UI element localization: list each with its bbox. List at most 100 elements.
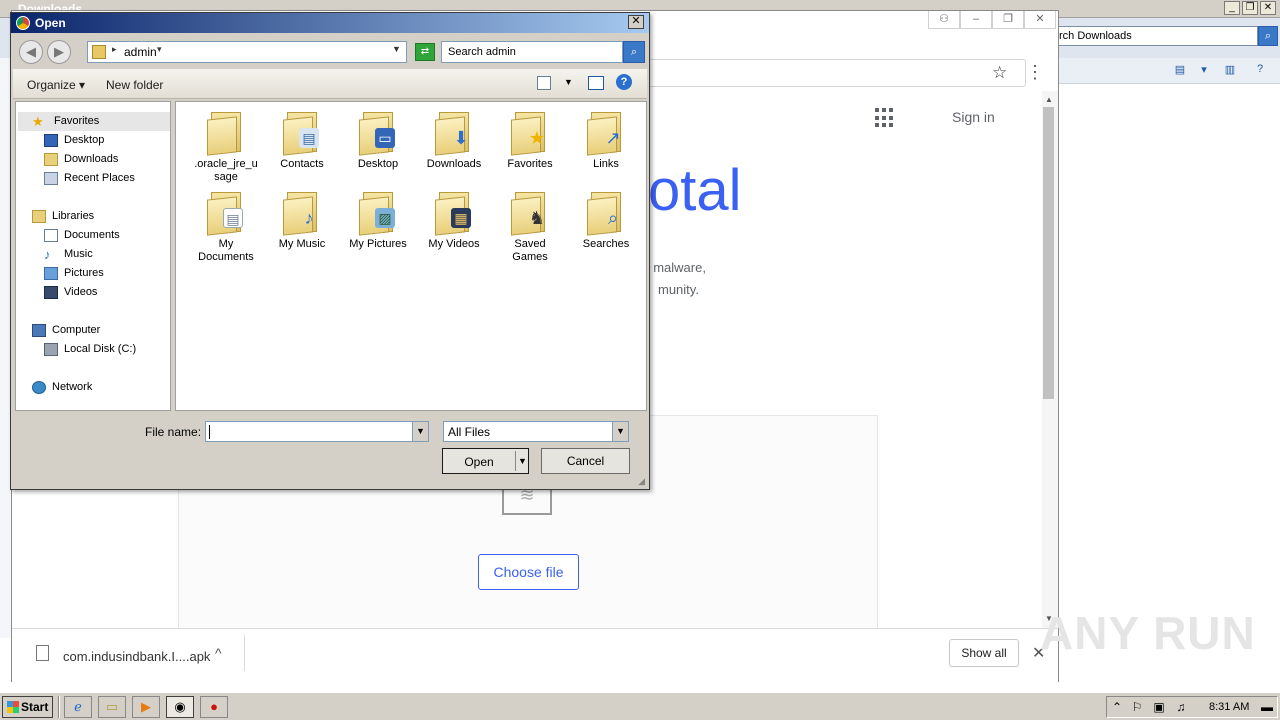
resize-grip-icon[interactable]: ◢	[638, 476, 645, 487]
scroll-up-icon[interactable]: ▲	[1045, 95, 1053, 104]
show-desktop-icon[interactable]: ▬	[1259, 699, 1275, 715]
background-search-button[interactable]: ⌕	[1258, 26, 1278, 46]
back-button[interactable]: ◀	[19, 40, 43, 64]
apps-grid-icon[interactable]	[875, 108, 895, 128]
background-window-controls: _ ❐ ✕	[1224, 1, 1276, 15]
breadcrumb-admin[interactable]: admin	[124, 45, 157, 59]
folder-item-favorites[interactable]: ★ Favorites	[494, 110, 566, 171]
open-file-dialog: Open ✕ ◀ ▶ ▸ admin ▾ ▼ ⇄ Search admin ⌕ …	[10, 12, 650, 490]
address-bar[interactable]	[632, 59, 1026, 87]
dialog-address-bar[interactable]: ▸ admin ▾ ▼	[87, 41, 407, 63]
new-folder-button[interactable]: New folder	[106, 78, 163, 92]
system-tray: ⌃ ⚐ ▣ ♫ 8:31 AM ▬	[1106, 696, 1278, 718]
profile-icon[interactable]: ⚇	[928, 11, 960, 29]
preview-pane-icon[interactable]	[588, 76, 604, 90]
chrome-taskbar-icon[interactable]: ◉	[166, 696, 194, 718]
view-dropdown-icon[interactable]: ▼	[564, 77, 573, 87]
breadcrumb-arrow-icon[interactable]: ▸	[112, 44, 117, 55]
browser-minimize-button[interactable]: –	[960, 11, 992, 29]
address-dropdown-icon[interactable]: ▼	[392, 44, 401, 54]
dialog-close-button[interactable]: ✕	[628, 15, 644, 29]
shelf-divider	[244, 635, 245, 671]
help-icon[interactable]: ?	[1252, 63, 1268, 77]
scroll-thumb[interactable]	[1043, 107, 1054, 399]
file-type-value: All Files	[448, 425, 491, 439]
star-icon: ★	[32, 114, 44, 129]
volume-icon[interactable]: ♫	[1173, 699, 1189, 715]
local-disk-icon	[44, 343, 58, 356]
downloads-folder-icon: ⬇	[435, 110, 473, 156]
file-name-label: File name:	[145, 425, 202, 439]
stop-icon[interactable]: ●	[200, 696, 228, 718]
change-view-icon[interactable]	[537, 76, 551, 90]
nav-favorites[interactable]: ★ Favorites	[18, 112, 170, 131]
change-view-icon[interactable]: ▤	[1172, 63, 1188, 77]
bookmark-star-icon[interactable]: ☆	[992, 63, 1007, 83]
dialog-title: Open	[35, 16, 66, 30]
network-tray-icon[interactable]: ▣	[1151, 699, 1167, 715]
recent-places-icon	[44, 172, 58, 185]
folder-item-my-pictures[interactable]: ▨ My Pictures	[342, 190, 414, 251]
tagline-line-2: munity.	[658, 282, 699, 297]
folder-item-oracle-jre-usage[interactable]: .oracle_jre_u sage	[190, 110, 262, 184]
links-folder-icon: ↗	[587, 110, 625, 156]
file-name-input[interactable]: ▼	[205, 421, 429, 442]
download-item-name[interactable]: com.indusindbank.I....apk	[63, 649, 210, 664]
folder-item-my-documents[interactable]: ▤ My Documents	[190, 190, 262, 264]
preview-pane-icon[interactable]: ▥	[1222, 63, 1238, 77]
user-folder-icon	[92, 45, 106, 59]
refresh-button[interactable]: ⇄	[415, 43, 435, 61]
action-center-flag-icon[interactable]: ⚐	[1129, 699, 1145, 715]
explorer-folder-icon[interactable]: ▭	[98, 696, 126, 718]
music-icon: ♪	[44, 247, 51, 262]
start-button[interactable]: Start	[2, 696, 53, 718]
cancel-button[interactable]: Cancel	[541, 448, 630, 474]
folder-item-searches[interactable]: ⌕ Searches	[570, 190, 642, 251]
dialog-titlebar: Open ✕	[11, 13, 649, 33]
documents-icon	[44, 229, 58, 242]
music-folder-icon: ♪	[283, 190, 321, 236]
dialog-search-input[interactable]: Search admin	[441, 41, 623, 63]
organize-menu[interactable]: Organize ▾	[27, 78, 85, 92]
folder-item-links[interactable]: ↗ Links	[570, 110, 642, 171]
show-hidden-icons-icon[interactable]: ⌃	[1109, 699, 1125, 715]
choose-file-button[interactable]: Choose file	[478, 554, 579, 590]
chevron-down-icon[interactable]: ▾	[1196, 63, 1212, 77]
browser-close-button[interactable]: ✕	[1024, 11, 1056, 29]
videos-folder-icon: ▦	[435, 190, 473, 236]
dialog-navigation-pane: ★ Favorites Desktop Downloads Recent Pla…	[15, 101, 171, 411]
folder-item-my-videos[interactable]: ▦ My Videos	[418, 190, 490, 251]
maximize-button[interactable]: ❐	[1242, 1, 1258, 15]
open-button[interactable]: Open ▼	[442, 448, 529, 474]
windows-logo-icon	[7, 701, 19, 713]
taskbar: Start ℯ ▭ ▶ ◉ ● ⌃ ⚐ ▣ ♫ 8:31 AM ▬	[0, 692, 1280, 720]
searches-folder-icon: ⌕	[587, 190, 625, 236]
browser-restore-button[interactable]: ❐	[992, 11, 1024, 29]
file-type-select[interactable]: All Files ▼	[443, 421, 629, 442]
start-label: Start	[21, 700, 49, 714]
open-options-dropdown-icon[interactable]: ▼	[518, 456, 527, 466]
internet-explorer-icon[interactable]: ℯ	[64, 696, 92, 718]
sign-in-link[interactable]: Sign in	[952, 109, 995, 125]
background-search-input[interactable]: rch Downloads	[1052, 26, 1258, 46]
forward-button[interactable]: ▶	[47, 40, 71, 64]
breadcrumb-chevron-icon[interactable]: ▾	[157, 44, 162, 55]
folder-item-downloads[interactable]: ⬇ Downloads	[418, 110, 490, 171]
clock[interactable]: 8:31 AM	[1209, 701, 1249, 713]
folder-item-desktop[interactable]: ▭ Desktop	[342, 110, 414, 171]
show-all-button[interactable]: Show all	[949, 639, 1019, 667]
file-name-dropdown-icon[interactable]: ▼	[412, 422, 428, 441]
folder-item-my-music[interactable]: ♪ My Music	[266, 190, 338, 251]
minimize-button[interactable]: _	[1224, 1, 1240, 15]
menu-kebab-icon[interactable]: ⋮	[1026, 63, 1044, 81]
folder-item-contacts[interactable]: ▤ Contacts	[266, 110, 338, 171]
site-tagline: f malware, munity.	[646, 257, 706, 301]
chevron-up-icon[interactable]: ^	[215, 645, 222, 661]
file-type-dropdown-icon[interactable]: ▼	[612, 422, 628, 441]
folder-item-saved-games[interactable]: ♞ Saved Games	[494, 190, 566, 264]
dialog-search-icon[interactable]: ⌕	[623, 41, 645, 63]
close-button[interactable]: ✕	[1260, 1, 1276, 15]
downloads-icon	[44, 153, 58, 166]
help-icon[interactable]: ?	[616, 74, 632, 90]
media-player-icon[interactable]: ▶	[132, 696, 160, 718]
